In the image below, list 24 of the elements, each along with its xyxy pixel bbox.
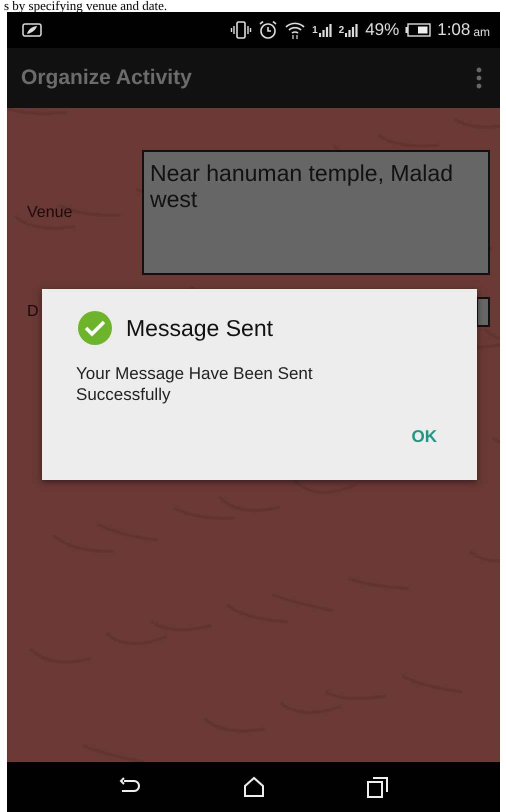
recent-apps-icon[interactable] (366, 775, 390, 799)
input-field[interactable] (476, 297, 490, 327)
check-icon (76, 309, 114, 347)
dialog-title: Message Sent (126, 314, 274, 342)
alarm-icon (258, 20, 278, 40)
wifi-icon (284, 20, 306, 40)
vibrate-icon (230, 21, 252, 39)
battery-percent: 49% (365, 20, 400, 40)
signal-icon (318, 23, 333, 37)
field-label: Venue (27, 204, 74, 222)
battery-icon (405, 23, 432, 37)
dialog-message: Your Message Have Been Sent Successfully (76, 363, 314, 405)
home-icon[interactable] (242, 776, 264, 798)
app-title: Organize Activity (21, 66, 193, 90)
field-label: D (27, 303, 40, 321)
battery-saver-icon (21, 23, 43, 37)
sim-label: 1 (312, 24, 318, 36)
clock-meridiem: am (473, 25, 490, 39)
ok-button[interactable]: OK (402, 423, 447, 451)
sim-label: 2 (338, 24, 344, 36)
caption-text: s by specifying venue and date. (3, 0, 168, 12)
signal-icon (345, 23, 360, 37)
clock-time: 1:08 (437, 20, 470, 40)
venue-field[interactable]: Near hanuman temple, Malad west (142, 150, 490, 275)
